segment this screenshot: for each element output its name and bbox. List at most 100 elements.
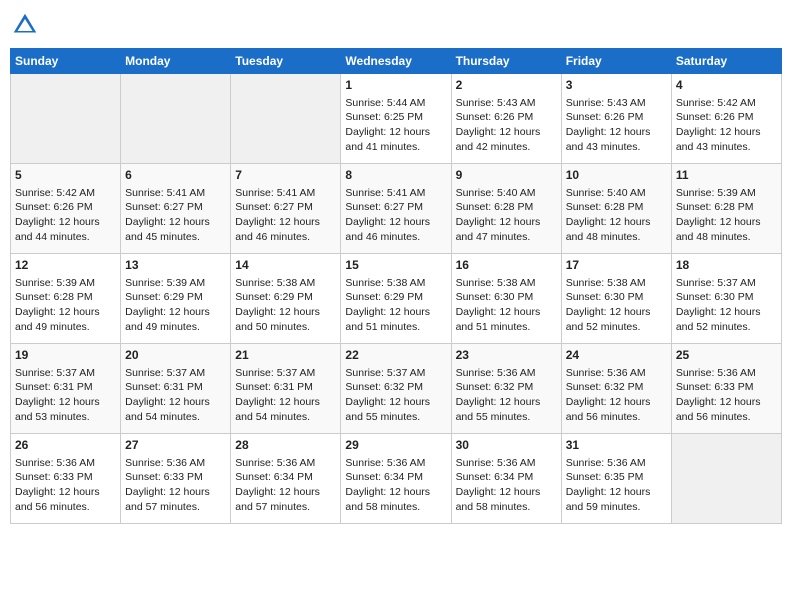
calendar-cell — [231, 74, 341, 164]
logo — [10, 10, 44, 40]
day-number: 30 — [456, 437, 557, 454]
day-info: Sunrise: 5:36 AM Sunset: 6:33 PM Dayligh… — [125, 456, 226, 515]
day-header-monday: Monday — [121, 49, 231, 74]
days-header-row: SundayMondayTuesdayWednesdayThursdayFrid… — [11, 49, 782, 74]
day-number: 31 — [566, 437, 667, 454]
day-info: Sunrise: 5:43 AM Sunset: 6:26 PM Dayligh… — [566, 96, 667, 155]
day-info: Sunrise: 5:44 AM Sunset: 6:25 PM Dayligh… — [345, 96, 446, 155]
day-info: Sunrise: 5:37 AM Sunset: 6:31 PM Dayligh… — [235, 366, 336, 425]
day-info: Sunrise: 5:42 AM Sunset: 6:26 PM Dayligh… — [15, 186, 116, 245]
calendar-cell: 28Sunrise: 5:36 AM Sunset: 6:34 PM Dayli… — [231, 434, 341, 524]
calendar-cell: 11Sunrise: 5:39 AM Sunset: 6:28 PM Dayli… — [671, 164, 781, 254]
day-number: 14 — [235, 257, 336, 274]
day-number: 16 — [456, 257, 557, 274]
calendar-cell: 24 Sunrise: 5:36 AM Sunset: 6:32 PM Dayli… — [561, 344, 671, 434]
day-info: Sunrise: 5:39 AM Sunset: 6:28 PM Dayligh… — [676, 186, 777, 245]
day-number: 25 — [676, 347, 777, 364]
calendar-cell: 26Sunrise: 5:36 AM Sunset: 6:33 PM Dayli… — [11, 434, 121, 524]
day-info: Sunrise: 5:37 AM Sunset: 6:32 PM Dayligh… — [345, 366, 446, 425]
day-number: 1 — [345, 77, 446, 94]
calendar-cell: 14 Sunrise: 5:38 AM Sunset: 6:29 PM Dayli… — [231, 254, 341, 344]
calendar-week-2: 5 Sunrise: 5:42 AM Sunset: 6:26 PM Daylig… — [11, 164, 782, 254]
day-number: 3 — [566, 77, 667, 94]
day-header-saturday: Saturday — [671, 49, 781, 74]
calendar-cell: 25Sunrise: 5:36 AM Sunset: 6:33 PM Dayli… — [671, 344, 781, 434]
day-info: Sunrise: 5:38 AM Sunset: 6:30 PM Dayligh… — [456, 276, 557, 335]
day-number: 18 — [676, 257, 777, 274]
day-info: Sunrise: 5:36 AM Sunset: 6:34 PM Dayligh… — [235, 456, 336, 515]
day-number: 19 — [15, 347, 116, 364]
day-number: 7 — [235, 167, 336, 184]
calendar-cell: 3 Sunrise: 5:43 AM Sunset: 6:26 PM Daylig… — [561, 74, 671, 164]
calendar-cell: 27 Sunrise: 5:36 AM Sunset: 6:33 PM Dayli… — [121, 434, 231, 524]
day-number: 22 — [345, 347, 446, 364]
calendar-cell: 15 Sunrise: 5:38 AM Sunset: 6:29 PM Dayli… — [341, 254, 451, 344]
day-info: Sunrise: 5:36 AM Sunset: 6:34 PM Dayligh… — [345, 456, 446, 515]
logo-icon — [10, 10, 40, 40]
calendar-table: SundayMondayTuesdayWednesdayThursdayFrid… — [10, 48, 782, 524]
day-number: 9 — [456, 167, 557, 184]
day-info: Sunrise: 5:37 AM Sunset: 6:31 PM Dayligh… — [15, 366, 116, 425]
day-info: Sunrise: 5:38 AM Sunset: 6:29 PM Dayligh… — [235, 276, 336, 335]
calendar-cell — [121, 74, 231, 164]
calendar-cell: 2Sunrise: 5:43 AM Sunset: 6:26 PM Daylig… — [451, 74, 561, 164]
day-info: Sunrise: 5:42 AM Sunset: 6:26 PM Dayligh… — [676, 96, 777, 155]
calendar-cell: 8Sunrise: 5:41 AM Sunset: 6:27 PM Daylig… — [341, 164, 451, 254]
day-header-thursday: Thursday — [451, 49, 561, 74]
calendar-cell: 16 Sunrise: 5:38 AM Sunset: 6:30 PM Dayli… — [451, 254, 561, 344]
calendar-cell: 7 Sunrise: 5:41 AM Sunset: 6:27 PM Daylig… — [231, 164, 341, 254]
day-header-sunday: Sunday — [11, 49, 121, 74]
calendar-cell: 10 Sunrise: 5:40 AM Sunset: 6:28 PM Dayli… — [561, 164, 671, 254]
day-header-tuesday: Tuesday — [231, 49, 341, 74]
day-header-friday: Friday — [561, 49, 671, 74]
day-info: Sunrise: 5:36 AM Sunset: 6:32 PM Dayligh… — [566, 366, 667, 425]
calendar-cell: 21 Sunrise: 5:37 AM Sunset: 6:31 PM Dayli… — [231, 344, 341, 434]
day-info: Sunrise: 5:41 AM Sunset: 6:27 PM Dayligh… — [125, 186, 226, 245]
page-header — [10, 10, 782, 40]
day-number: 23 — [456, 347, 557, 364]
day-number: 6 — [125, 167, 226, 184]
calendar-cell — [11, 74, 121, 164]
day-number: 12 — [15, 257, 116, 274]
day-number: 21 — [235, 347, 336, 364]
calendar-cell: 17 Sunrise: 5:38 AM Sunset: 6:30 PM Dayli… — [561, 254, 671, 344]
calendar-cell: 6 Sunrise: 5:41 AM Sunset: 6:27 PM Daylig… — [121, 164, 231, 254]
day-info: Sunrise: 5:38 AM Sunset: 6:30 PM Dayligh… — [566, 276, 667, 335]
day-info: Sunrise: 5:43 AM Sunset: 6:26 PM Dayligh… — [456, 96, 557, 155]
day-number: 10 — [566, 167, 667, 184]
day-info: Sunrise: 5:37 AM Sunset: 6:30 PM Dayligh… — [676, 276, 777, 335]
day-info: Sunrise: 5:36 AM Sunset: 6:32 PM Dayligh… — [456, 366, 557, 425]
calendar-cell: 22 Sunrise: 5:37 AM Sunset: 6:32 PM Dayli… — [341, 344, 451, 434]
day-number: 24 — [566, 347, 667, 364]
calendar-cell: 1 Sunrise: 5:44 AM Sunset: 6:25 PM Daylig… — [341, 74, 451, 164]
calendar-week-5: 26Sunrise: 5:36 AM Sunset: 6:33 PM Dayli… — [11, 434, 782, 524]
calendar-cell: 30 Sunrise: 5:36 AM Sunset: 6:34 PM Dayli… — [451, 434, 561, 524]
calendar-week-4: 19 Sunrise: 5:37 AM Sunset: 6:31 PM Dayli… — [11, 344, 782, 434]
day-info: Sunrise: 5:37 AM Sunset: 6:31 PM Dayligh… — [125, 366, 226, 425]
day-number: 5 — [15, 167, 116, 184]
calendar-cell: 18 Sunrise: 5:37 AM Sunset: 6:30 PM Dayli… — [671, 254, 781, 344]
day-info: Sunrise: 5:41 AM Sunset: 6:27 PM Dayligh… — [345, 186, 446, 245]
day-number: 17 — [566, 257, 667, 274]
day-info: Sunrise: 5:41 AM Sunset: 6:27 PM Dayligh… — [235, 186, 336, 245]
calendar-cell: 13Sunrise: 5:39 AM Sunset: 6:29 PM Dayli… — [121, 254, 231, 344]
day-info: Sunrise: 5:39 AM Sunset: 6:28 PM Dayligh… — [15, 276, 116, 335]
day-info: Sunrise: 5:36 AM Sunset: 6:35 PM Dayligh… — [566, 456, 667, 515]
day-number: 27 — [125, 437, 226, 454]
calendar-cell: 9 Sunrise: 5:40 AM Sunset: 6:28 PM Daylig… — [451, 164, 561, 254]
calendar-cell: 5 Sunrise: 5:42 AM Sunset: 6:26 PM Daylig… — [11, 164, 121, 254]
calendar-week-3: 12 Sunrise: 5:39 AM Sunset: 6:28 PM Dayli… — [11, 254, 782, 344]
day-info: Sunrise: 5:40 AM Sunset: 6:28 PM Dayligh… — [566, 186, 667, 245]
day-info: Sunrise: 5:36 AM Sunset: 6:34 PM Dayligh… — [456, 456, 557, 515]
day-number: 15 — [345, 257, 446, 274]
day-number: 20 — [125, 347, 226, 364]
day-number: 13 — [125, 257, 226, 274]
day-info: Sunrise: 5:38 AM Sunset: 6:29 PM Dayligh… — [345, 276, 446, 335]
calendar-cell: 23 Sunrise: 5:36 AM Sunset: 6:32 PM Dayli… — [451, 344, 561, 434]
calendar-cell: 20 Sunrise: 5:37 AM Sunset: 6:31 PM Dayli… — [121, 344, 231, 434]
calendar-cell: 29 Sunrise: 5:36 AM Sunset: 6:34 PM Dayli… — [341, 434, 451, 524]
calendar-cell: 12 Sunrise: 5:39 AM Sunset: 6:28 PM Dayli… — [11, 254, 121, 344]
day-number: 29 — [345, 437, 446, 454]
calendar-cell: 4Sunrise: 5:42 AM Sunset: 6:26 PM Daylig… — [671, 74, 781, 164]
day-info: Sunrise: 5:40 AM Sunset: 6:28 PM Dayligh… — [456, 186, 557, 245]
